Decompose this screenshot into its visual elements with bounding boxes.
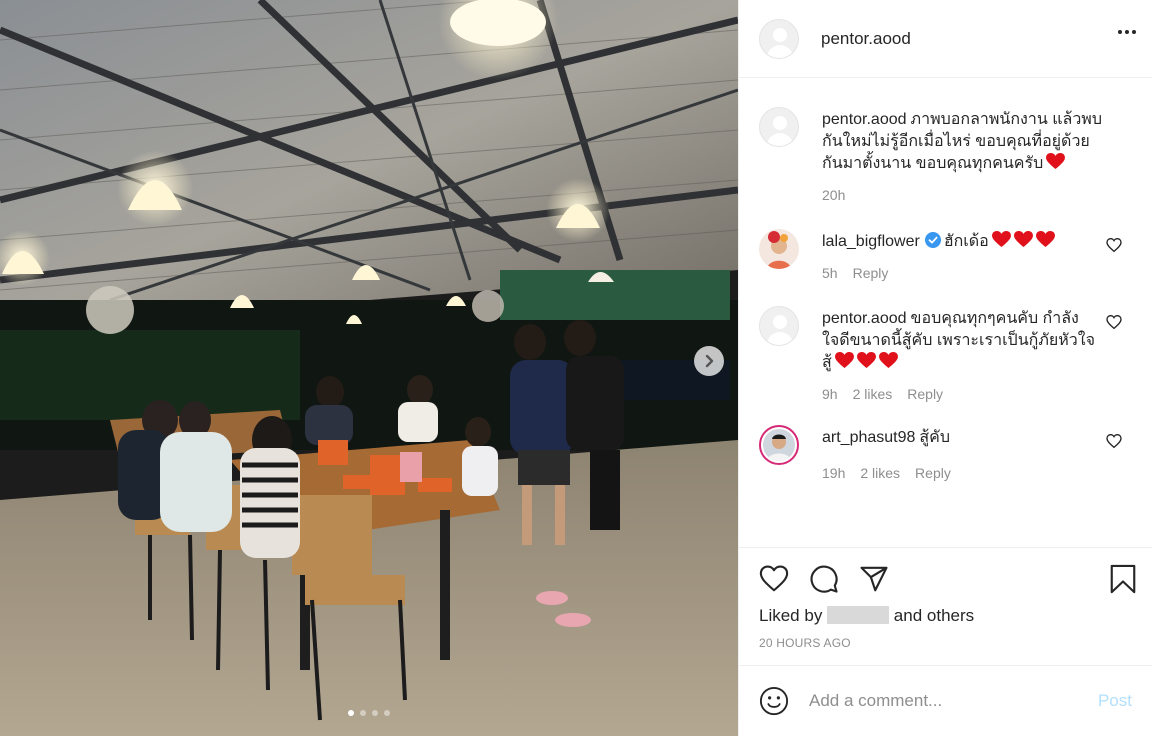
post-timestamp[interactable]: 20 HOURS AGO [759, 636, 1132, 650]
emoji-smiley-icon[interactable] [759, 686, 789, 716]
red-heart-emoji-icon [991, 231, 1011, 248]
add-comment-bar: Post [739, 665, 1152, 736]
carousel-dot-1 [348, 710, 354, 716]
liked-by-others-link[interactable]: others [927, 606, 974, 625]
comment-like-heart-icon[interactable] [1106, 433, 1122, 449]
like-button[interactable] [759, 564, 789, 594]
comment-like-heart-icon[interactable] [1106, 314, 1122, 330]
comment-time[interactable]: 19h [822, 465, 845, 481]
comment-likes[interactable]: 2 likes [860, 465, 900, 481]
redacted-username [827, 606, 890, 624]
add-comment-input[interactable] [809, 691, 1089, 711]
comments-list[interactable]: pentor.aood ภาพบอกลาพนักงาน แล้วพบกันใหม่… [739, 79, 1152, 547]
comment-username[interactable]: pentor.aood [822, 111, 907, 128]
carousel-dots [0, 710, 738, 716]
caption-comment: pentor.aood ภาพบอกลาพนักงาน แล้วพบกันใหม่… [759, 79, 1132, 203]
post-header: pentor.aood [739, 0, 1152, 78]
red-heart-emoji-icon [1046, 153, 1066, 170]
red-heart-emoji-icon [878, 352, 898, 369]
reply-button[interactable]: Reply [915, 465, 951, 481]
comment-username[interactable]: pentor.aood [822, 310, 907, 327]
author-username[interactable]: pentor.aood [821, 29, 911, 49]
comment-username[interactable]: lala_bigflower [822, 233, 920, 250]
avatar[interactable] [759, 107, 799, 147]
carousel-dot-3 [372, 710, 378, 716]
carousel-next-button[interactable] [694, 346, 724, 376]
post-actions: Liked by and others 20 HOURS AGO [739, 547, 1152, 665]
more-horizontal-icon[interactable] [1118, 30, 1136, 34]
comment-bubble-icon [810, 565, 838, 593]
carousel-dot-2 [360, 710, 366, 716]
post-photo[interactable] [0, 0, 738, 736]
carousel-dot-4 [384, 710, 390, 716]
share-button[interactable] [859, 564, 889, 594]
red-heart-emoji-icon [1035, 231, 1055, 248]
comment-item: art_phasut98 สู้คับ 19h 2 likes Reply [759, 397, 1132, 481]
liked-by-line[interactable]: Liked by and others [759, 606, 1132, 626]
red-heart-emoji-icon [834, 352, 854, 369]
comment-text: ฮักเด้อ [943, 233, 989, 250]
avatar[interactable] [759, 229, 799, 269]
red-heart-emoji-icon [1013, 231, 1033, 248]
comment-item: lala_bigflower ฮักเด้อ 5h Reply [759, 201, 1132, 281]
restaurant-photo [0, 0, 738, 736]
chevron-right-icon [705, 354, 714, 368]
save-button[interactable] [1108, 564, 1138, 594]
comment-button[interactable] [809, 564, 839, 594]
liked-by-prefix: Liked by [759, 606, 823, 625]
avatar[interactable] [759, 425, 799, 465]
comment-username[interactable]: art_phasut98 [822, 429, 915, 446]
comment-like-heart-icon[interactable] [1106, 237, 1122, 253]
author-avatar[interactable] [759, 18, 799, 59]
red-heart-emoji-icon [856, 352, 876, 369]
post-side-panel: pentor.aood pentor.aood ภาพบอกลาพนักงาน แ… [738, 0, 1152, 736]
paper-plane-icon [860, 566, 888, 592]
comment-item: pentor.aood ขอบคุณทุกๆคนคับ กำลังใจดีขนาด… [759, 278, 1132, 402]
liked-by-and: and [893, 606, 923, 625]
post-comment-button[interactable]: Post [1098, 691, 1132, 711]
avatar[interactable] [759, 306, 799, 346]
comment-text: สู้คับ [919, 429, 951, 446]
verified-badge-icon [924, 232, 941, 248]
bookmark-icon [1110, 564, 1136, 594]
heart-outline-icon [759, 565, 789, 592]
